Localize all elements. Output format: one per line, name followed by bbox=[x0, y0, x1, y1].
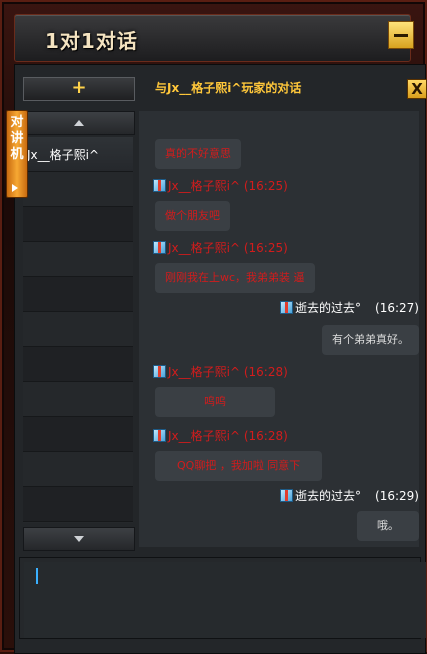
arrow-right-icon bbox=[12, 184, 18, 192]
list-item bbox=[23, 417, 133, 452]
message-time: (16:27) bbox=[375, 301, 419, 315]
chat-header: 与Jx__格子熙i^玩家的对话 X bbox=[139, 69, 427, 99]
list-item bbox=[23, 277, 133, 312]
contact-item[interactable]: Jx__格子熙i^ bbox=[23, 137, 133, 172]
chevron-up-icon bbox=[74, 120, 84, 126]
walkie-talkie-label: 对讲机 bbox=[10, 115, 24, 162]
chevron-down-icon bbox=[74, 536, 84, 542]
message-time: (16:25) bbox=[243, 179, 288, 193]
list-item bbox=[23, 347, 133, 382]
list-item bbox=[23, 172, 133, 207]
chat-panel: + Jx__格子熙i^ 与Jx__格子熙i^玩家的对话 X 真的不好意思 Jx_… bbox=[14, 64, 427, 654]
text-cursor bbox=[36, 568, 38, 584]
walkie-talkie-tab[interactable]: 对讲机 bbox=[6, 110, 28, 198]
title-bar[interactable]: 1对1对话 bbox=[14, 14, 414, 62]
message-bubble: 哦。 bbox=[357, 511, 419, 541]
minimize-button[interactable] bbox=[388, 21, 414, 49]
gift-box-icon bbox=[153, 241, 166, 254]
sender-name: 逝去的过去° bbox=[295, 489, 362, 503]
list-item bbox=[23, 522, 133, 523]
gift-box-icon bbox=[280, 489, 294, 502]
message-bubble: QQ聊把 ，我加啦 同意下 bbox=[155, 451, 323, 481]
add-contact-button[interactable]: + bbox=[23, 77, 135, 101]
gift-box-icon bbox=[153, 429, 166, 442]
close-button[interactable]: X bbox=[407, 79, 427, 99]
message-list: 真的不好意思 Jx__格子熙i^ (16:25) 做个朋友吧 Jx__格子熙i^… bbox=[139, 111, 419, 547]
message-sender: Jx__格子熙i^ (16:25) bbox=[153, 239, 288, 256]
window-title: 1对1对话 bbox=[45, 29, 138, 53]
gift-box-icon bbox=[153, 179, 166, 192]
gift-box-icon bbox=[280, 301, 294, 314]
message-bubble: 刚刚我在上wc，我弟弟装 逼 bbox=[155, 263, 315, 293]
chat-title: 与Jx__格子熙i^玩家的对话 bbox=[155, 81, 302, 95]
chat-window: 1对1对话 + Jx__格子熙i^ 与Jx__格子熙i^玩家的对话 X 真的不好… bbox=[0, 0, 427, 654]
message-input[interactable] bbox=[24, 562, 426, 638]
sender-name: Jx__格子熙i^ bbox=[168, 179, 241, 193]
message-bubble: 真的不好意思 bbox=[155, 139, 241, 169]
message-time: (16:28) bbox=[243, 365, 288, 379]
list-item bbox=[23, 207, 133, 242]
sender-name: Jx__格子熙i^ bbox=[168, 429, 241, 443]
list-item bbox=[23, 312, 133, 347]
scroll-down-button[interactable] bbox=[23, 527, 135, 551]
message-bubble: 做个朋友吧 bbox=[155, 201, 230, 231]
message-input-area bbox=[19, 557, 426, 639]
list-item bbox=[23, 242, 133, 277]
list-item bbox=[23, 487, 133, 522]
message-time: (16:25) bbox=[243, 241, 288, 255]
message-sender: Jx__格子熙i^ (16:25) bbox=[153, 177, 288, 194]
minimize-icon bbox=[394, 34, 408, 37]
list-item bbox=[23, 382, 133, 417]
contact-list: Jx__格子熙i^ bbox=[23, 137, 133, 523]
message-sender: Jx__格子熙i^ (16:28) bbox=[153, 427, 288, 444]
message-time: (16:28) bbox=[243, 429, 288, 443]
list-item bbox=[23, 452, 133, 487]
sender-name: Jx__格子熙i^ bbox=[168, 365, 241, 379]
gift-box-icon bbox=[153, 365, 166, 378]
contact-sidebar: + Jx__格子熙i^ bbox=[19, 69, 137, 551]
message-time: (16:29) bbox=[375, 489, 419, 503]
sender-name: 逝去的过去° bbox=[295, 301, 362, 315]
message-sender: Jx__格子熙i^ (16:28) bbox=[153, 363, 288, 380]
message-sender: 逝去的过去° (16:29) bbox=[280, 487, 419, 504]
sender-name: Jx__格子熙i^ bbox=[168, 241, 241, 255]
scroll-up-button[interactable] bbox=[23, 111, 135, 135]
message-sender: 逝去的过去° (16:27) bbox=[280, 299, 419, 316]
message-bubble: 呜呜 bbox=[155, 387, 275, 417]
contact-name: Jx__格子熙i^ bbox=[27, 148, 100, 162]
message-bubble: 有个弟弟真好。 bbox=[322, 325, 419, 355]
